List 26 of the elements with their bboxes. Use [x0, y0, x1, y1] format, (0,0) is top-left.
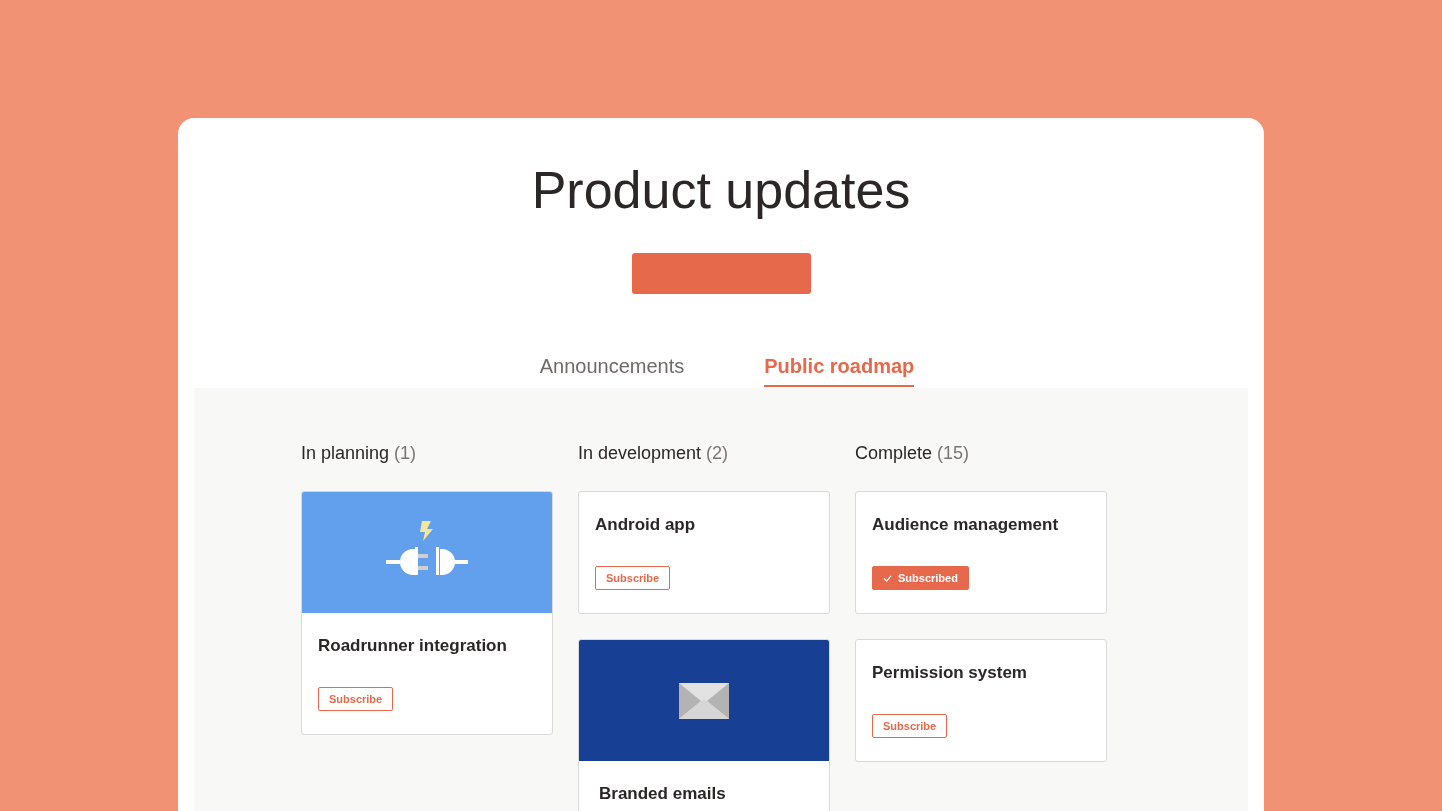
envelope-icon [679, 682, 729, 719]
roadmap-card[interactable]: Android app Subscribe [578, 491, 830, 614]
column-count: (15) [937, 442, 970, 464]
plug-lightning-icon [386, 521, 468, 575]
subscribe-button[interactable]: Subscribe [595, 566, 671, 590]
subscribe-button[interactable]: Subscribed [872, 566, 969, 590]
page-title: Product updates [531, 160, 911, 221]
tab[interactable]: Announcements [539, 339, 685, 387]
card-title: Audience management [872, 514, 1059, 536]
card-title: Roadrunner integration [318, 635, 507, 657]
column-count: (2) [706, 442, 729, 464]
roadmap-card[interactable]: Branded emails [578, 639, 830, 811]
card-title: Branded emails [598, 783, 726, 805]
roadmap-card[interactable]: Audience management Subscribed [855, 491, 1107, 614]
column-count: (1) [394, 442, 417, 464]
card-title: Android app [595, 514, 696, 536]
roadmap-card[interactable]: Permission system Subscribe [855, 639, 1107, 762]
subscribe-button[interactable]: Subscribe [318, 687, 394, 711]
subscribe-button[interactable]: Subscribe [872, 714, 948, 738]
card-title: Permission system [872, 662, 1027, 684]
check-icon [883, 574, 892, 582]
blank-button[interactable] [631, 253, 811, 294]
column-title: Complete [855, 442, 933, 464]
column-title: In development [578, 442, 702, 464]
roadmap-card[interactable]: Roadrunner integration Subscribe [301, 491, 553, 735]
column-title: In planning [301, 442, 390, 464]
